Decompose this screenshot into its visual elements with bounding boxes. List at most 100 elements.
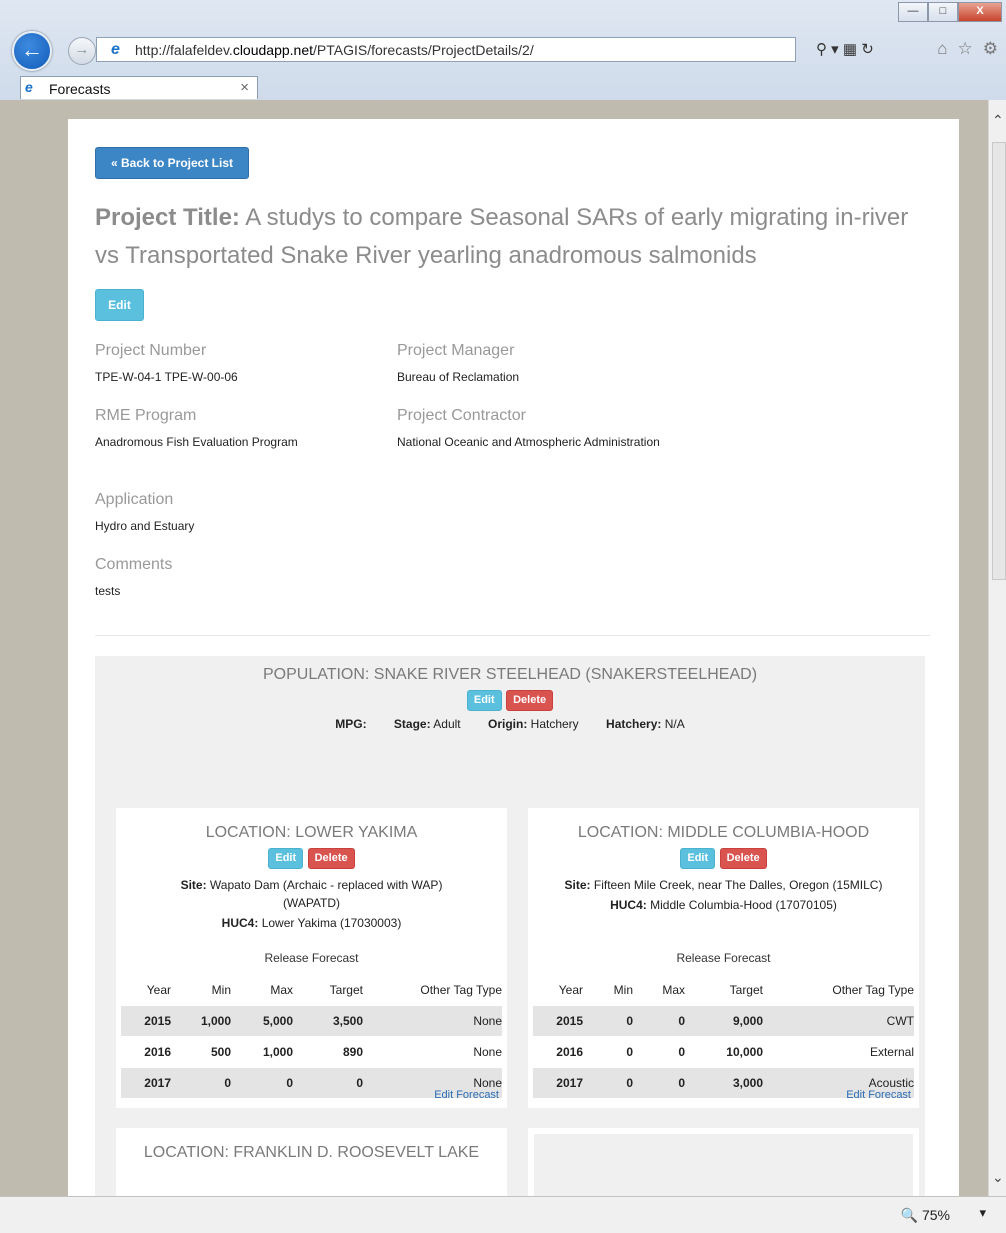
cell-tag-type: None xyxy=(363,1036,502,1068)
window-controls: — □ X xyxy=(898,2,1002,22)
cell-min: 0 xyxy=(583,1036,633,1068)
project-number-value: TPE-W-04-1 TPE-W-00-06 xyxy=(95,370,238,384)
application-value: Hydro and Estuary xyxy=(95,519,195,533)
col-year: Year xyxy=(121,974,171,1006)
project-manager-label: Project Manager xyxy=(397,342,515,359)
cell-target: 890 xyxy=(293,1036,363,1068)
application-label: Application xyxy=(95,491,174,508)
edit-project-button[interactable]: Edit xyxy=(95,289,144,321)
col-min: Min xyxy=(583,974,633,1006)
cell-min: 1,000 xyxy=(171,1005,231,1037)
delete-population-button[interactable]: Delete xyxy=(506,690,554,711)
edit-location-button[interactable]: Edit xyxy=(268,848,304,869)
cell-max: 0 xyxy=(633,1036,685,1068)
col-max: Max xyxy=(231,974,293,1006)
home-icon[interactable]: ⌂ xyxy=(937,39,947,59)
origin-label: Origin: xyxy=(487,717,528,731)
site-field: Site: Wapato Dam (Archaic - replaced wit… xyxy=(116,876,507,912)
cell-max: 0 xyxy=(633,1067,685,1098)
address-bar[interactable]: e http://falafeldev.cloudapp.net/PTAGIS/… xyxy=(96,37,796,62)
site-field: Site: Fifteen Mile Creek, near The Dalle… xyxy=(528,876,919,894)
url-prefix: http://falafeldev. xyxy=(135,42,233,58)
site-value: Wapato Dam (Archaic - replaced with WAP)… xyxy=(209,878,443,910)
scroll-thumb[interactable] xyxy=(992,142,1006,580)
col-other-tag-type: Other Tag Type xyxy=(763,974,914,1006)
section-divider xyxy=(95,635,930,636)
huc-value: Lower Yakima (17030003) xyxy=(261,916,402,930)
project-contractor-label: Project Contractor xyxy=(397,407,526,424)
cell-min: 0 xyxy=(583,1067,633,1098)
back-to-project-list-button[interactable]: « Back to Project List xyxy=(95,147,249,179)
forecast-header-row: Year Min Max Target Other Tag Type xyxy=(121,974,502,1006)
huc-value: Middle Columbia-Hood (17070105) xyxy=(650,898,837,912)
stage-field: Stage: Adult xyxy=(394,717,461,731)
compatibility-icon[interactable]: ▦ xyxy=(843,41,857,58)
delete-location-button[interactable]: Delete xyxy=(307,848,355,869)
rme-program-value: Anadromous Fish Evaluation Program xyxy=(95,435,298,449)
site-label: Site: xyxy=(180,878,207,892)
favorites-star-icon[interactable]: ☆ xyxy=(958,39,973,59)
delete-location-button[interactable]: Delete xyxy=(719,848,767,869)
edit-forecast-link[interactable]: Edit Forecast xyxy=(846,1089,911,1101)
cell-tag-type: External xyxy=(763,1036,914,1068)
refresh-icon[interactable]: ↻ xyxy=(861,41,874,58)
cell-min: 500 xyxy=(171,1036,231,1068)
edit-location-button[interactable]: Edit xyxy=(680,848,716,869)
tab-forecasts[interactable]: e Forecasts × xyxy=(20,76,258,99)
page-title: Project Title: A studys to compare Seaso… xyxy=(95,199,935,275)
col-year: Year xyxy=(533,974,583,1006)
minimize-button[interactable]: — xyxy=(898,2,928,22)
search-icon[interactable]: ⚲ xyxy=(816,41,827,58)
forward-arrow-icon[interactable]: → xyxy=(68,37,96,65)
zoom-dropdown-icon[interactable]: ▾ xyxy=(979,1205,986,1221)
location-card: LOCATION: MIDDLE COLUMBIA-HOOD Edit Dele… xyxy=(528,808,919,1108)
hatchery-value: N/A xyxy=(664,717,685,731)
maximize-button[interactable]: □ xyxy=(928,2,958,22)
cell-year: 2017 xyxy=(533,1067,583,1098)
dropdown-arrow-icon[interactable]: ▾ xyxy=(831,41,839,58)
back-arrow-icon[interactable]: ← xyxy=(12,31,52,71)
location-actions: Edit Delete xyxy=(528,848,919,869)
population-panel: POPULATION: SNAKE RIVER STEELHEAD (SNAKE… xyxy=(95,656,925,1196)
comments-value: tests xyxy=(95,584,121,598)
cell-tag-type: None xyxy=(363,1005,502,1037)
location-card: LOCATION: FRANKLIN D. ROOSEVELT LAKE xyxy=(116,1128,507,1196)
cell-min: 0 xyxy=(583,1005,633,1037)
ie-tab-icon: e xyxy=(25,79,33,95)
population-meta: MPG: Stage: Adult Origin: Hatchery Hatch… xyxy=(95,717,925,731)
tab-title: Forecasts xyxy=(49,81,111,97)
address-url[interactable]: http://falafeldev.cloudapp.net/PTAGIS/fo… xyxy=(135,42,534,58)
project-number-label: Project Number xyxy=(95,342,207,359)
forecast-table: Year Min Max Target Other Tag Type 2015 … xyxy=(121,974,502,1098)
cell-target: 10,000 xyxy=(685,1036,763,1068)
cell-year: 2017 xyxy=(121,1067,171,1098)
forecast-header-row: Year Min Max Target Other Tag Type xyxy=(533,974,914,1006)
edit-population-button[interactable]: Edit xyxy=(466,690,502,711)
population-actions: Edit Delete xyxy=(95,690,925,711)
population-heading: POPULATION: SNAKE RIVER STEELHEAD (SNAKE… xyxy=(262,666,758,683)
cell-tag-type: CWT xyxy=(763,1005,914,1037)
vertical-scrollbar[interactable]: ⌃ ⌄ xyxy=(988,100,1006,1196)
zoom-level[interactable]: 🔍 75% xyxy=(901,1207,950,1224)
close-tab-icon[interactable]: × xyxy=(240,79,249,96)
settings-gear-icon[interactable]: ⚙ xyxy=(983,39,998,59)
col-other-tag-type: Other Tag Type xyxy=(363,974,502,1006)
release-forecast-label: Release Forecast xyxy=(676,951,771,965)
close-window-button[interactable]: X xyxy=(958,2,1002,22)
cell-year: 2016 xyxy=(533,1036,583,1068)
hatchery-field: Hatchery: N/A xyxy=(606,717,685,731)
cell-target: 9,000 xyxy=(685,1005,763,1037)
huc-label: HUC4: xyxy=(610,898,647,912)
location-heading: LOCATION: LOWER YAKIMA xyxy=(205,824,418,841)
address-tools: ⚲ ▾ ▦ ↻ xyxy=(816,40,874,58)
tab-bar: e Forecasts × xyxy=(0,76,1006,99)
hatchery-label: Hatchery: xyxy=(606,717,662,731)
zoom-value: 75% xyxy=(921,1207,950,1223)
release-forecast-label: Release Forecast xyxy=(264,951,359,965)
scroll-up-icon[interactable]: ⌃ xyxy=(992,112,1004,129)
scroll-down-icon[interactable]: ⌄ xyxy=(992,1169,1004,1186)
placeholder-block xyxy=(534,1134,913,1196)
browser-tools: ⌂ ☆ ⚙ xyxy=(937,39,998,59)
edit-forecast-link[interactable]: Edit Forecast xyxy=(434,1089,499,1101)
mpg-label: MPG: xyxy=(335,717,367,731)
